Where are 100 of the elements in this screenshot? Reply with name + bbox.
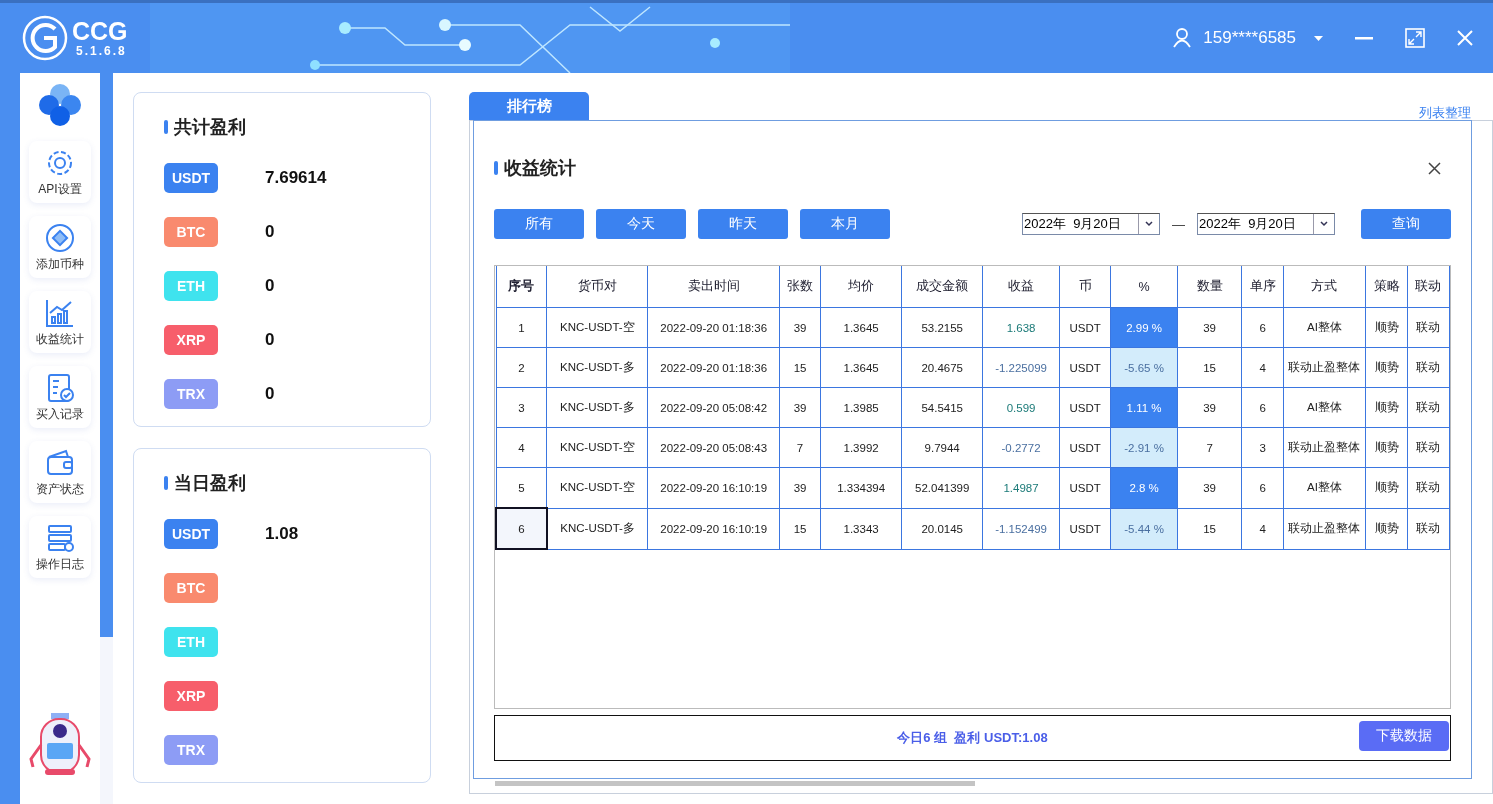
table-cell: KNC-USDT-空 <box>546 467 648 508</box>
table-cell: -5.65 % <box>1110 347 1178 388</box>
sidebar-item[interactable]: 买入记录 <box>29 366 91 428</box>
table-cell: 4 <box>1241 508 1284 549</box>
filter-button[interactable]: 所有 <box>494 209 584 239</box>
table-cell[interactable]: 4 <box>496 427 547 468</box>
profit-value: 0 <box>265 330 275 350</box>
column-header: 序号 <box>496 266 547 308</box>
table-cell: KNC-USDT-多 <box>546 508 648 549</box>
sidebar-item[interactable]: 收益统计 <box>29 291 91 353</box>
summary-text: 今日6 组 盈利 USDT:1.08 <box>897 729 1048 747</box>
table-cell: 7 <box>779 427 821 468</box>
coin-tag: BTC <box>164 217 218 247</box>
coin-tag: XRP <box>164 325 218 355</box>
column-header: 收益 <box>982 266 1060 308</box>
table-cell: USDT <box>1059 508 1111 549</box>
table-cell: 15 <box>1177 508 1242 549</box>
column-header: 方式 <box>1283 266 1366 308</box>
table-cell: 4 <box>1241 347 1284 388</box>
sidebar-item[interactable]: 添加币种 <box>29 216 91 278</box>
table-cell[interactable]: 6 <box>496 508 547 549</box>
table-cell: 2022-09-20 05:08:43 <box>648 427 780 468</box>
caret-icon[interactable] <box>1314 35 1323 41</box>
download-button[interactable]: 下载数据 <box>1359 721 1449 751</box>
table-cell: 39 <box>1177 387 1242 428</box>
table-cell: 54.5415 <box>901 387 983 428</box>
minimize-icon[interactable] <box>1355 36 1373 40</box>
sidebar-item[interactable]: API设置 <box>29 141 91 203</box>
table-cell: AI整体 <box>1283 467 1366 508</box>
table-cell: 6 <box>1241 307 1284 348</box>
close-icon[interactable] <box>1428 161 1441 175</box>
table-cell: USDT <box>1059 387 1111 428</box>
table-cell: 6 <box>1241 467 1284 508</box>
sidebar-item[interactable]: 资产状态 <box>29 441 91 503</box>
dialog-title: 收益统计 <box>494 156 576 180</box>
table-cell: 15 <box>779 347 821 388</box>
app-name: CCG <box>72 18 128 44</box>
profit-value: 0 <box>265 222 275 242</box>
table-cell: -2.91 % <box>1110 427 1178 468</box>
table-cell[interactable]: 3 <box>496 387 547 428</box>
table-cell: 3 <box>1241 427 1284 468</box>
table-cell: -1.152499 <box>982 508 1060 549</box>
query-button[interactable]: 查询 <box>1361 209 1451 239</box>
table-cell: 20.4675 <box>901 347 983 388</box>
table-cell: 联动止盈整体 <box>1283 508 1366 549</box>
table-cell: 20.0145 <box>901 508 983 549</box>
column-header: 货币对 <box>546 266 648 308</box>
table-cell: 2022-09-20 16:10:19 <box>648 508 780 549</box>
table-cell: 顺势 <box>1365 467 1408 508</box>
filter-button[interactable]: 昨天 <box>698 209 788 239</box>
list-arrange-link[interactable]: 列表整理 <box>1419 105 1471 120</box>
range-separator: — <box>1172 216 1185 232</box>
table-cell: 9.7944 <box>901 427 983 468</box>
column-header: 均价 <box>820 266 902 308</box>
table-cell: 联动 <box>1407 427 1450 468</box>
coin-tag: TRX <box>164 735 218 765</box>
table-cell: 2022-09-20 05:08:42 <box>648 387 780 428</box>
ranking-tab[interactable]: 排行榜 <box>469 92 589 120</box>
table-cell[interactable]: 1 <box>496 307 547 348</box>
column-header: 卖出时间 <box>648 266 780 308</box>
coin-tag: USDT <box>164 163 218 193</box>
table-cell: 39 <box>1177 307 1242 348</box>
table-cell: 顺势 <box>1365 347 1408 388</box>
user-icon <box>1173 28 1192 48</box>
coin-tag: ETH <box>164 271 218 301</box>
table-cell: 39 <box>779 307 821 348</box>
table-cell: 6 <box>1241 387 1284 428</box>
filter-button[interactable]: 本月 <box>800 209 890 239</box>
table-cell: 15 <box>1177 347 1242 388</box>
filter-button[interactable]: 今天 <box>596 209 686 239</box>
table-cell[interactable]: 2 <box>496 347 547 388</box>
coin-tag: BTC <box>164 573 218 603</box>
table-cell: 顺势 <box>1365 387 1408 428</box>
table-cell: 2022-09-20 16:10:19 <box>648 467 780 508</box>
sidebar-item[interactable]: 操作日志 <box>29 516 91 578</box>
logo-icon <box>22 15 68 61</box>
column-header: 币 <box>1059 266 1111 308</box>
table-cell: 联动止盈整体 <box>1283 347 1366 388</box>
table-cell: 7 <box>1177 427 1242 468</box>
maximize-icon[interactable] <box>1405 28 1425 48</box>
table-cell: USDT <box>1059 347 1111 388</box>
clover-logo-icon <box>38 83 82 127</box>
date-picker[interactable]: 2022年 9月20日 <box>1022 213 1160 235</box>
table-cell: 52.041399 <box>901 467 983 508</box>
dropdown-icon[interactable] <box>1320 221 1328 227</box>
dropdown-icon[interactable] <box>1145 221 1153 227</box>
scrollbar[interactable] <box>495 781 975 786</box>
table-cell: 联动 <box>1407 508 1450 549</box>
table-cell: 顺势 <box>1365 427 1408 468</box>
table-cell: 联动 <box>1407 467 1450 508</box>
table-cell: 0.599 <box>982 387 1060 428</box>
coin-tag: ETH <box>164 627 218 657</box>
date-picker[interactable]: 2022年 9月20日 <box>1197 213 1335 235</box>
table-cell: 联动止盈整体 <box>1283 427 1366 468</box>
profit-value: 1.08 <box>265 524 299 544</box>
table-cell: 1.11 % <box>1110 387 1178 428</box>
column-header: 张数 <box>779 266 821 308</box>
column-header: 策略 <box>1365 266 1408 308</box>
column-header: 单序 <box>1241 266 1284 308</box>
table-cell: USDT <box>1059 307 1111 348</box>
